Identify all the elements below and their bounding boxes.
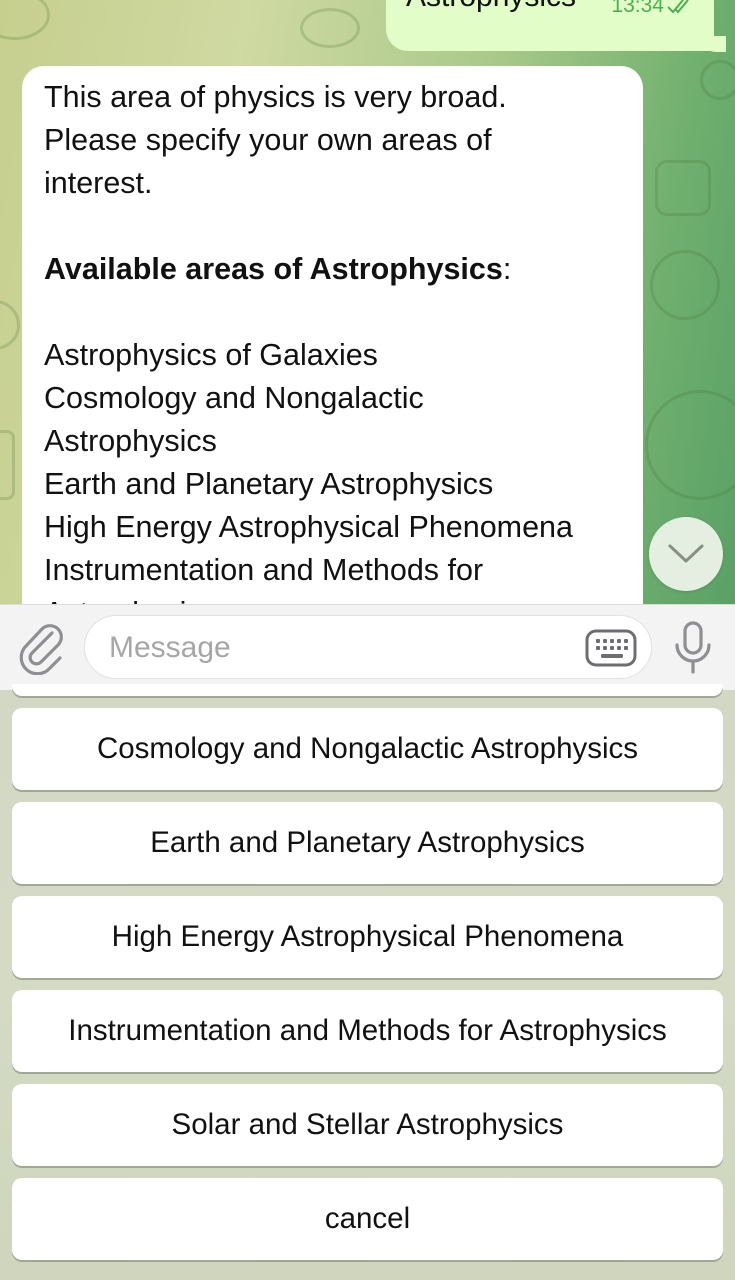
message-line: Astrophysics of Galaxies: [44, 334, 621, 377]
message-line: Please specify your own areas of: [44, 119, 621, 162]
incoming-message-bubble[interactable]: This area of physics is very broad. Pleas…: [22, 66, 643, 604]
wallpaper-doodle: [0, 430, 15, 500]
wallpaper-doodle: [300, 8, 360, 48]
wallpaper-doodle: [645, 390, 735, 500]
message-line: Instrumentation and Methods for: [44, 549, 621, 592]
message-input[interactable]: Message: [84, 615, 652, 679]
message-line: Cosmology and Nongalactic: [44, 377, 621, 420]
reply-button-cancel[interactable]: cancel: [12, 1178, 723, 1260]
reply-button-instrumentation[interactable]: Instrumentation and Methods for Astrophy…: [12, 990, 723, 1072]
message-line-text: Astrophysics: [44, 596, 217, 604]
message-line: Astrophysics: [44, 420, 621, 463]
reply-button-high-energy[interactable]: High Energy Astrophysical Phenomena: [12, 896, 723, 978]
message-input-bar: Message: [0, 604, 735, 690]
wallpaper-doodle: [655, 160, 711, 216]
message-line-text: Cosmology and Nongalactic: [44, 381, 424, 415]
wallpaper-doodle: [650, 250, 720, 320]
wallpaper-doodle: [700, 60, 735, 100]
message-line-text: Available areas of Astrophysics: [44, 252, 503, 286]
message-time: 13:34: [611, 0, 664, 17]
reply-button-earth-planetary[interactable]: Earth and Planetary Astrophysics: [12, 802, 723, 884]
chevron-down-icon: [668, 544, 704, 563]
message-input-placeholder: Message: [109, 631, 231, 664]
microphone-icon[interactable]: [672, 619, 714, 677]
message-line-text: High Energy Astrophysical Phenomena: [44, 510, 573, 544]
message-line-text: interest.: [44, 166, 153, 200]
message-heading: Available areas of Astrophysics:: [44, 248, 621, 291]
reply-button-cosmology[interactable]: Cosmology and Nongalactic Astrophysics: [12, 708, 723, 790]
message-line-text: Instrumentation and Methods for: [44, 553, 484, 587]
message-line: High Energy Astrophysical Phenomena: [44, 506, 621, 549]
message-line: Astrophysics: [44, 592, 621, 604]
message-line: interest.: [44, 162, 621, 205]
keyboard-icon[interactable]: [585, 628, 637, 668]
message-line-text: Astrophysics: [44, 424, 217, 458]
reply-button-partial[interactable]: [12, 684, 723, 696]
message-line-text: This area of physics is very broad.: [44, 80, 507, 114]
outgoing-message-text: Astrophysics: [406, 0, 576, 14]
message-line-text: Astrophysics of Galaxies: [44, 338, 378, 372]
incoming-message-text: This area of physics is very broad. Pleas…: [44, 76, 621, 604]
double-check-icon: [667, 0, 689, 14]
paperclip-icon[interactable]: [18, 621, 66, 675]
chat-area: Astrophysics 13:34 This area of physics …: [0, 0, 735, 604]
scroll-to-bottom-button[interactable]: [649, 517, 723, 591]
wallpaper-doodle: [0, 0, 50, 40]
reply-keyboard: Cosmology and Nongalactic Astrophysics E…: [0, 684, 735, 1280]
message-line-text: Earth and Planetary Astrophysics: [44, 467, 494, 501]
message-line-text: Please specify your own areas of: [44, 123, 492, 157]
wallpaper-doodle: [0, 300, 20, 350]
reply-button-solar-stellar[interactable]: Solar and Stellar Astrophysics: [12, 1084, 723, 1166]
outgoing-message-bubble[interactable]: Astrophysics 13:34: [386, 0, 714, 51]
message-line-suffix: :: [502, 252, 512, 286]
message-line: This area of physics is very broad.: [44, 76, 621, 119]
message-line: Earth and Planetary Astrophysics: [44, 463, 621, 506]
message-meta: 13:34: [611, 0, 696, 18]
